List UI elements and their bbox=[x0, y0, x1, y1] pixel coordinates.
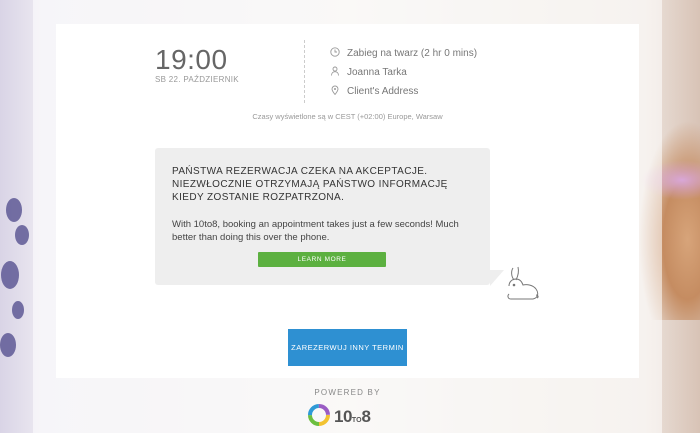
rabbit-icon bbox=[501, 264, 543, 302]
brand-logo[interactable]: 10TO8 bbox=[307, 403, 371, 432]
pending-notice: PAŃSTWA REZERWACJA CZEKA NA AKCEPTACJE. … bbox=[155, 148, 490, 285]
clock-icon bbox=[330, 47, 340, 60]
notice-title: PAŃSTWA REZERWACJA CZEKA NA AKCEPTACJE. … bbox=[172, 166, 448, 203]
person-icon bbox=[330, 66, 340, 79]
appointment-time: 19:00 bbox=[155, 44, 228, 75]
book-another-button[interactable]: ZAREZERWUJ INNY TERMIN bbox=[288, 329, 407, 366]
notice-body: With 10to8, booking an appointment takes… bbox=[172, 219, 459, 243]
appointment-date: SB 22. PAŹDZIERNIK bbox=[155, 75, 239, 84]
service-row: Zabieg na twarz (2 hr 0 mins) bbox=[330, 47, 477, 60]
staff-name: Joanna Tarka bbox=[347, 67, 407, 78]
location-row: Client's Address bbox=[330, 85, 418, 98]
learn-more-button[interactable]: LEARN MORE bbox=[258, 252, 386, 267]
location-text: Client's Address bbox=[347, 86, 419, 97]
brand-ring-icon bbox=[307, 403, 331, 432]
brand-wordmark: 10TO8 bbox=[334, 407, 371, 426]
staff-row: Joanna Tarka bbox=[330, 66, 407, 79]
confirmation-card: 19:00 SB 22. PAŹDZIERNIK Zabieg na twarz… bbox=[56, 24, 639, 378]
location-pin-icon bbox=[330, 85, 340, 98]
timezone-note: Czasy wyświetlone są w CEST (+02:00) Eur… bbox=[252, 112, 443, 121]
divider bbox=[304, 40, 305, 103]
powered-by-label: POWERED BY bbox=[314, 388, 381, 397]
service-name: Zabieg na twarz (2 hr 0 mins) bbox=[347, 48, 478, 59]
